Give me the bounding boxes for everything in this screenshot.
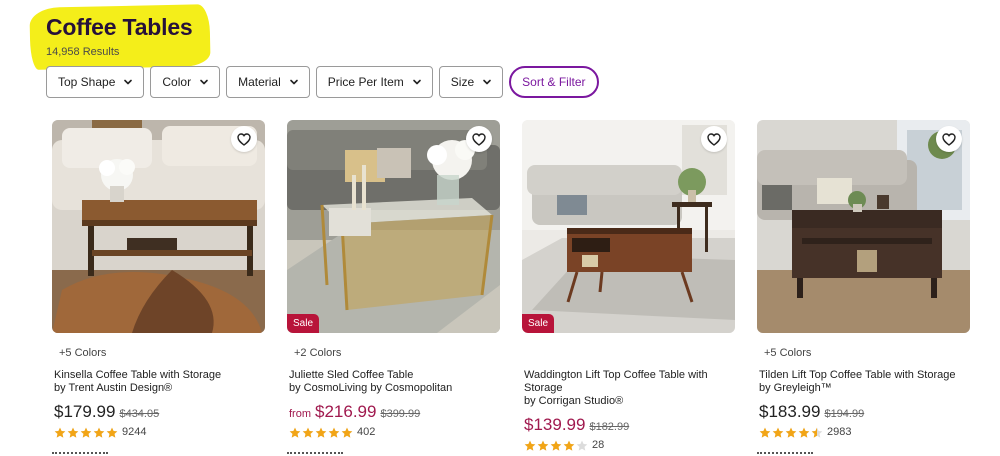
star-icon (315, 427, 327, 438)
product-card[interactable]: Sale +2 Colors Juliette Sled Coffee Tabl… (287, 120, 500, 456)
shipping-note-cut (287, 452, 343, 456)
filter-label: Top Shape (58, 75, 116, 89)
product-image[interactable]: Sale (522, 120, 735, 333)
star-icon (759, 427, 771, 438)
product-image[interactable]: Sale (287, 120, 500, 333)
rating-row[interactable]: 402 (289, 426, 375, 438)
star-icon (537, 440, 549, 451)
review-count: 402 (357, 426, 376, 438)
star-icon (811, 427, 823, 438)
star-icon (550, 440, 562, 451)
page-title: Coffee Tables (46, 14, 193, 40)
heart-icon[interactable] (231, 126, 257, 152)
page-header: Coffee Tables 14,958 Results (29, 4, 211, 70)
color-options[interactable]: +5 Colors (59, 347, 106, 359)
product-name: Juliette Sled Coffee Table (289, 369, 414, 381)
review-count: 28 (592, 439, 605, 451)
heart-icon[interactable] (466, 126, 492, 152)
heart-icon[interactable] (936, 126, 962, 152)
chevron-down-icon (482, 77, 492, 87)
chevron-down-icon (123, 77, 133, 87)
product-card[interactable]: Sale Waddington Lift Top Coffee Table wi… (522, 120, 735, 456)
price-prefix: from (289, 408, 311, 420)
star-icon (785, 427, 797, 438)
star-icon (302, 427, 314, 438)
current-price: $179.99 (54, 402, 116, 421)
price-row: $139.99 $182.99 (524, 415, 629, 435)
star-icon (106, 427, 118, 438)
product-name: Waddington Lift Top Coffee Table with St… (524, 369, 708, 394)
filter-label: Material (238, 75, 281, 89)
filter-material[interactable]: Material (226, 66, 310, 98)
filter-label: Size (450, 75, 475, 89)
chevron-down-icon (412, 77, 422, 87)
star-icon (80, 427, 92, 438)
product-name: Tilden Lift Top Coffee Table with Storag… (759, 369, 956, 381)
filter-top-shape[interactable]: Top Shape (46, 66, 145, 98)
price-row: $179.99 $434.05 (54, 402, 159, 422)
filter-label: Color (162, 75, 192, 89)
sale-badge: Sale (287, 314, 320, 333)
review-count: 9244 (122, 426, 147, 438)
product-image[interactable] (52, 120, 265, 333)
original-price: $434.05 (119, 408, 160, 420)
star-rating (759, 427, 823, 438)
review-count: 2983 (827, 426, 852, 438)
product-card[interactable]: +5 Colors Tilden Lift Top Coffee Table w… (757, 120, 970, 456)
product-grid: +5 Colors Kinsella Coffee Table with Sto… (52, 120, 972, 456)
price-row: from $216.99 $399.99 (289, 402, 420, 422)
star-icon (563, 440, 575, 451)
star-icon (524, 440, 536, 451)
filter-bar: Top Shape Color Material Price Per Item … (46, 66, 599, 98)
filter-size[interactable]: Size (438, 66, 504, 98)
rating-row[interactable]: 2983 (759, 426, 851, 438)
star-rating (54, 427, 118, 438)
chevron-down-icon (199, 77, 209, 87)
price-row: $183.99 $194.99 (759, 402, 864, 422)
product-name: Kinsella Coffee Table with Storage (54, 369, 222, 381)
product-brand: by Trent Austin Design® (54, 382, 173, 394)
product-brand: by Greyleigh™ (759, 382, 832, 394)
original-price: $182.99 (589, 421, 630, 433)
rating-row[interactable]: 9244 (54, 426, 146, 438)
product-title[interactable]: Waddington Lift Top Coffee Table with St… (524, 369, 732, 408)
star-icon (328, 427, 340, 438)
star-rating (524, 440, 588, 451)
star-icon (772, 427, 784, 438)
star-icon (798, 427, 810, 438)
star-icon (289, 427, 301, 438)
current-price: $139.99 (524, 415, 586, 434)
filter-price-per-item[interactable]: Price Per Item (315, 66, 433, 98)
product-title[interactable]: Tilden Lift Top Coffee Table with Storag… (759, 369, 967, 395)
color-options[interactable]: +5 Colors (764, 347, 811, 359)
filter-color[interactable]: Color (150, 66, 221, 98)
current-price: $216.99 (315, 402, 377, 421)
product-title[interactable]: Juliette Sled Coffee Table by CosmoLivin… (289, 369, 497, 395)
star-icon (93, 427, 105, 438)
results-count: 14,958 Results (46, 46, 120, 58)
heart-icon[interactable] (701, 126, 727, 152)
shipping-note-cut (757, 452, 813, 456)
shipping-note-cut (52, 452, 108, 456)
product-title[interactable]: Kinsella Coffee Table with Storage by Tr… (54, 369, 262, 395)
star-rating (289, 427, 353, 438)
product-card[interactable]: +5 Colors Kinsella Coffee Table with Sto… (52, 120, 265, 456)
product-image[interactable] (757, 120, 970, 333)
star-icon (67, 427, 79, 438)
rating-row[interactable]: 28 (524, 439, 604, 451)
current-price: $183.99 (759, 402, 821, 421)
sort-filter-button[interactable]: Sort & Filter (509, 66, 599, 98)
star-icon (576, 440, 588, 451)
original-price: $194.99 (824, 408, 865, 420)
color-options[interactable]: +2 Colors (294, 347, 341, 359)
filter-label: Price Per Item (327, 75, 404, 89)
star-icon (341, 427, 353, 438)
sale-badge: Sale (522, 314, 555, 333)
product-brand: by Corrigan Studio® (524, 395, 624, 407)
product-brand: by CosmoLiving by Cosmopolitan (289, 382, 453, 394)
star-icon (54, 427, 66, 438)
chevron-down-icon (289, 77, 299, 87)
original-price: $399.99 (380, 408, 421, 420)
